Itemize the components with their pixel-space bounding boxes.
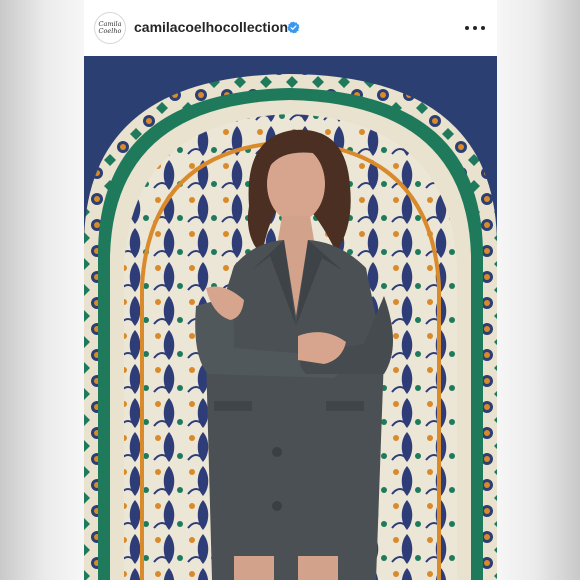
avatar[interactable]: Camila Coelho bbox=[94, 12, 126, 44]
photo-illustration bbox=[84, 56, 497, 580]
verified-badge-icon bbox=[287, 21, 300, 34]
avatar-text-line2: Coelho bbox=[98, 27, 122, 35]
more-options-icon[interactable] bbox=[465, 18, 485, 38]
instagram-post: Camila Coelho camilacoelhocollection bbox=[84, 0, 497, 580]
post-header: Camila Coelho camilacoelhocollection bbox=[84, 0, 497, 56]
post-photo[interactable] bbox=[84, 56, 497, 580]
username[interactable]: camilacoelhocollection bbox=[134, 19, 288, 35]
